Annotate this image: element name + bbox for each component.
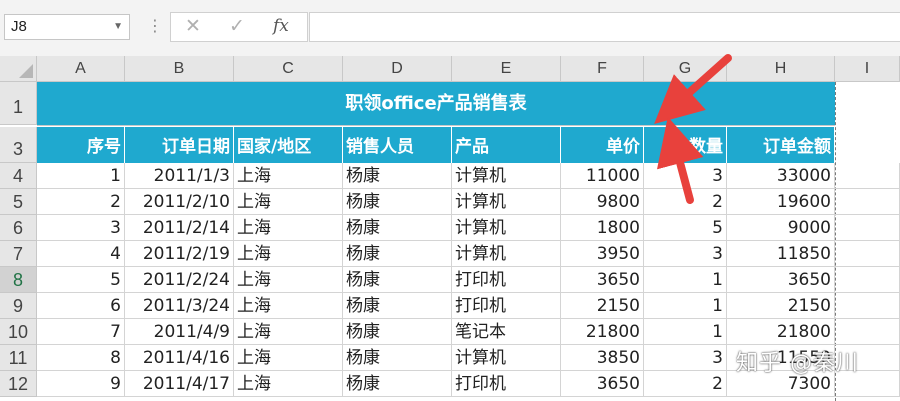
arrow-upper — [654, 54, 732, 124]
arrow-lower — [656, 116, 704, 204]
annotation-arrows — [654, 54, 732, 204]
